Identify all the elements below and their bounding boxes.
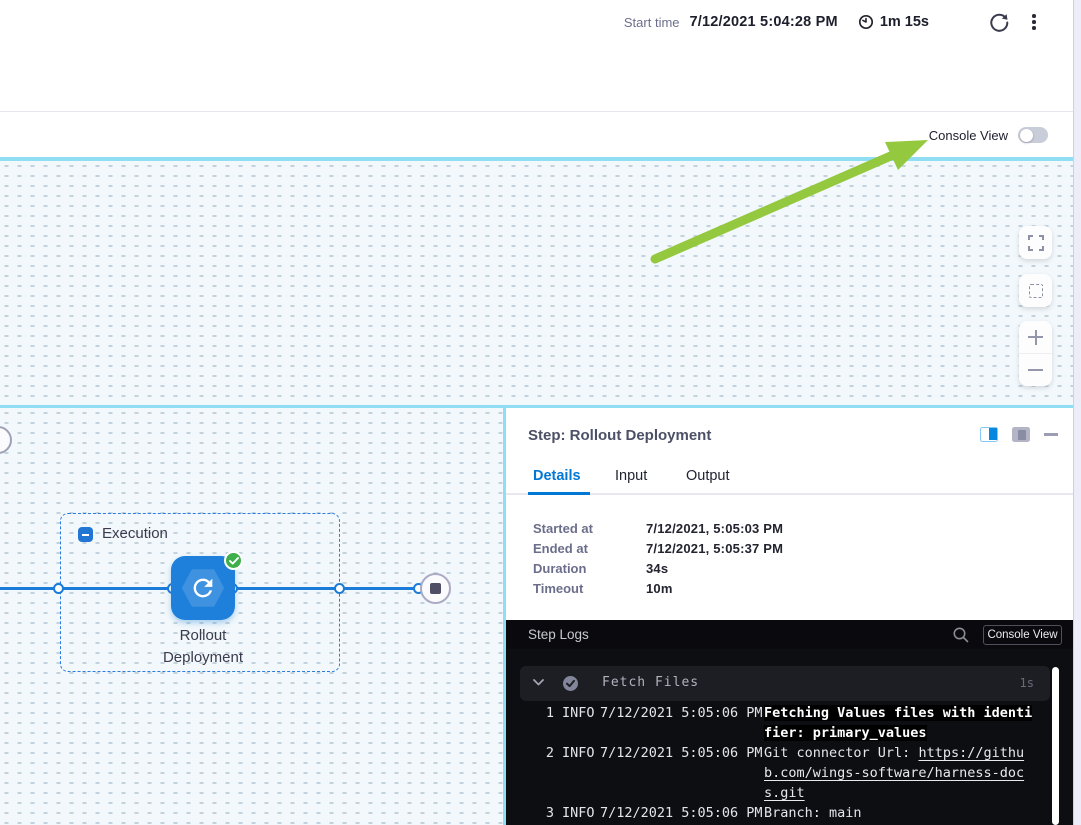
zoom-pill bbox=[1019, 321, 1052, 386]
duration-group: 1m 15s bbox=[858, 14, 929, 30]
node-label-line1: Rollout bbox=[123, 625, 283, 647]
detail-label: Started at bbox=[533, 521, 593, 536]
tab-output[interactable]: Output bbox=[686, 468, 730, 484]
zoom-in-icon bbox=[1028, 330, 1043, 345]
detail-value: 7/12/2021, 5:05:03 PM bbox=[646, 521, 783, 536]
header-divider bbox=[0, 111, 1073, 112]
active-tab-underline bbox=[528, 492, 590, 495]
zoom-pill-divider bbox=[1019, 353, 1052, 354]
detail-row-duration: Duration 34s bbox=[533, 561, 933, 581]
log-message: Branch: main bbox=[764, 803, 1034, 823]
log-line: 3 INFO 7/12/2021 5:05:06 PM Branch: main bbox=[540, 803, 1048, 823]
chevron-down-icon[interactable] bbox=[533, 679, 544, 686]
port-group-in bbox=[53, 583, 64, 594]
step-logs-body: Fetch Files 1s 1 INFO 7/12/2021 5:05:06 … bbox=[506, 649, 1073, 825]
zoom-out-button[interactable] bbox=[1019, 354, 1052, 387]
step-logs-title: Step Logs bbox=[528, 627, 589, 642]
step-logs-header: Step Logs Console View bbox=[506, 620, 1073, 649]
log-group-duration: 1s bbox=[1020, 676, 1034, 690]
log-group-name: Fetch Files bbox=[602, 675, 699, 690]
log-message: Fetching Values files with identifier: p… bbox=[764, 705, 1032, 741]
log-level: INFO bbox=[554, 743, 594, 803]
zoom-out-icon bbox=[1028, 369, 1043, 371]
logs-console-view-button[interactable]: Console View bbox=[983, 625, 1062, 645]
page-scrollbar-gutter[interactable] bbox=[1073, 0, 1081, 825]
detail-row-ended: Ended at 7/12/2021, 5:05:37 PM bbox=[533, 541, 933, 561]
log-lines: 1 INFO 7/12/2021 5:05:06 PM Fetching Val… bbox=[540, 703, 1048, 823]
tab-input[interactable]: Input bbox=[615, 468, 647, 484]
logs-scrollbar[interactable] bbox=[1052, 667, 1059, 825]
group-success-check-icon bbox=[562, 675, 579, 692]
log-timestamp: 7/12/2021 5:05:06 PM bbox=[594, 703, 764, 743]
tab-details[interactable]: Details bbox=[533, 468, 581, 484]
log-group-fetch-files[interactable]: Fetch Files 1s bbox=[520, 666, 1050, 701]
execution-group-label: Execution bbox=[102, 525, 168, 542]
pipeline-execution-screen: Start time 7/12/2021 5:04:28 PM 1m 15s C… bbox=[0, 0, 1081, 825]
panel-tabs: Details Input Output bbox=[506, 468, 1073, 494]
stop-square-icon bbox=[430, 583, 441, 594]
console-view-label: Console View bbox=[929, 128, 1008, 143]
collapse-minus-icon bbox=[82, 534, 89, 536]
detail-row-timeout: Timeout 10m bbox=[533, 581, 933, 601]
log-level: INFO bbox=[554, 803, 594, 823]
duration-value: 1m 15s bbox=[880, 14, 929, 30]
detail-label: Ended at bbox=[533, 541, 588, 556]
log-line: 2 INFO 7/12/2021 5:05:06 PM Git connecto… bbox=[540, 743, 1048, 803]
duration-clock-icon bbox=[858, 14, 874, 30]
detail-value: 34s bbox=[646, 561, 668, 576]
panel-view-button[interactable] bbox=[1012, 427, 1030, 442]
detail-value: 7/12/2021, 5:05:37 PM bbox=[646, 541, 783, 556]
detail-label: Timeout bbox=[533, 581, 583, 596]
success-check-icon bbox=[229, 557, 239, 565]
port-group-out bbox=[334, 583, 345, 594]
search-icon[interactable] bbox=[952, 626, 970, 644]
node-label: Rollout Deployment bbox=[123, 625, 283, 669]
execution-graph-canvas[interactable]: Execution Rollout Deployment bbox=[0, 408, 503, 825]
start-time-value: 7/12/2021 5:04:28 PM bbox=[690, 14, 838, 30]
fit-to-screen-button[interactable] bbox=[1019, 274, 1052, 307]
toggle-knob bbox=[1020, 129, 1033, 142]
end-node[interactable] bbox=[420, 573, 451, 604]
log-line-number: 2 bbox=[540, 743, 554, 803]
zoom-in-button[interactable] bbox=[1019, 321, 1052, 354]
offscreen-node bbox=[0, 426, 12, 454]
execution-meta-row: Start time 7/12/2021 5:04:28 PM 1m 15s bbox=[0, 8, 1073, 36]
detail-row-started: Started at 7/12/2021, 5:05:03 PM bbox=[533, 521, 933, 541]
detail-value: 10m bbox=[646, 581, 673, 596]
step-logs-section: Step Logs Console View Fetch Files bbox=[506, 620, 1073, 825]
log-timestamp: 7/12/2021 5:05:06 PM bbox=[594, 803, 764, 823]
console-view-toggle[interactable] bbox=[1018, 127, 1048, 143]
top-bar: Start time 7/12/2021 5:04:28 PM 1m 15s C… bbox=[0, 0, 1073, 157]
success-badge bbox=[224, 551, 243, 570]
rollout-refresh-icon bbox=[189, 574, 217, 602]
kebab-menu-button[interactable] bbox=[1025, 10, 1043, 34]
step-details-panel: Step: Rollout Deployment Details Input O… bbox=[503, 408, 1073, 825]
panel-title: Step: Rollout Deployment bbox=[528, 427, 711, 444]
detail-label: Duration bbox=[533, 561, 586, 576]
log-line: 1 INFO 7/12/2021 5:05:06 PM Fetching Val… bbox=[540, 703, 1048, 743]
minimize-panel-button[interactable] bbox=[1044, 433, 1058, 436]
log-timestamp: 7/12/2021 5:05:06 PM bbox=[594, 743, 764, 803]
refresh-button[interactable] bbox=[987, 10, 1011, 34]
fit-to-screen-icon bbox=[1029, 284, 1043, 298]
start-time-label: Start time bbox=[624, 15, 680, 30]
log-line-number: 1 bbox=[540, 703, 554, 743]
tabs-divider bbox=[506, 493, 1073, 495]
refresh-icon bbox=[989, 12, 1010, 33]
console-view-row: Console View bbox=[929, 122, 1073, 148]
log-level: INFO bbox=[554, 703, 594, 743]
split-view-button[interactable] bbox=[980, 427, 998, 442]
fullscreen-button[interactable] bbox=[1019, 226, 1052, 259]
stage-canvas[interactable] bbox=[0, 161, 1073, 405]
panel-view-icon bbox=[1018, 430, 1026, 440]
split-view-icon bbox=[989, 428, 997, 440]
execution-collapse-button[interactable] bbox=[78, 527, 93, 542]
log-message: Git connector Url: bbox=[764, 745, 918, 761]
node-label-line2: Deployment bbox=[123, 647, 283, 669]
fullscreen-icon bbox=[1028, 235, 1044, 251]
log-line-number: 3 bbox=[540, 803, 554, 823]
